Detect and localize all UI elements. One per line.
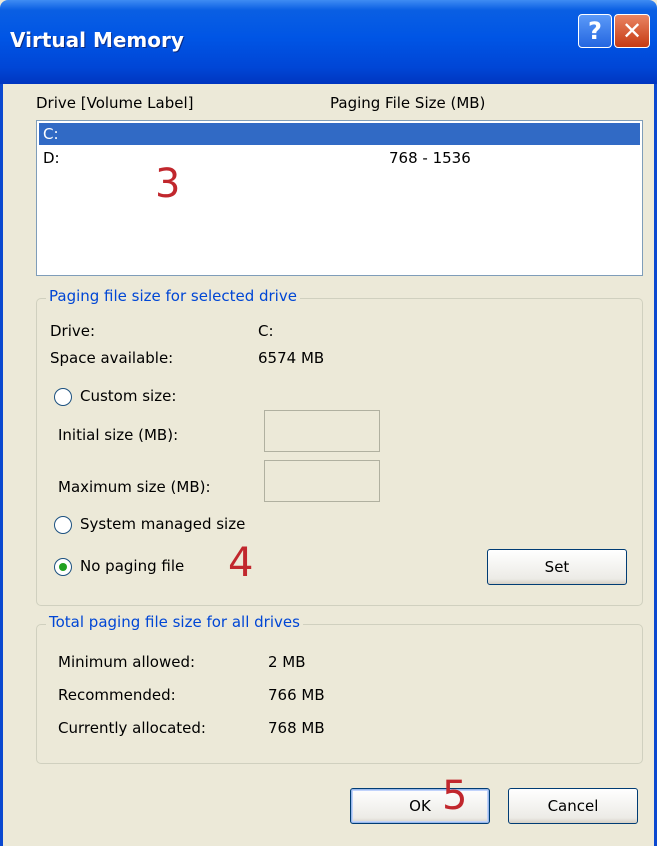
recommended-value: 766 MB [268,686,325,704]
drive-value: C: [258,322,274,340]
column-header-drive: Drive [Volume Label] [36,94,194,112]
annotation-step-5: 5 [442,773,468,819]
paging-size: 768 - 1536 [389,149,471,167]
minimum-allowed-label: Minimum allowed: [58,653,196,671]
annotation-step-3: 3 [155,161,181,207]
ok-button[interactable]: OK [350,788,490,824]
column-header-size: Paging File Size (MB) [330,94,486,112]
currently-allocated-label: Currently allocated: [58,719,206,737]
cancel-button[interactable]: Cancel [508,788,638,824]
selected-drive-group-legend: Paging file size for selected drive [46,287,300,305]
no-paging-file-radio[interactable] [54,558,72,576]
custom-size-radio[interactable] [54,388,72,406]
drive-letter: C: [43,125,59,143]
space-available-label: Space available: [50,349,174,367]
set-button[interactable]: Set [487,549,627,585]
drive-list[interactable]: C: D: 768 - 1536 3 [36,120,643,276]
maximum-size-label: Maximum size (MB): [58,478,211,496]
system-managed-label[interactable]: System managed size [80,515,245,533]
initial-size-input[interactable] [264,410,380,452]
annotation-step-4: 4 [228,540,254,586]
recommended-label: Recommended: [58,686,176,704]
minimum-allowed-value: 2 MB [268,653,306,671]
list-item-drive-d[interactable]: D: 768 - 1536 [39,147,640,169]
no-paging-file-label[interactable]: No paging file [80,557,184,575]
radio-selected-dot [59,563,67,571]
help-button[interactable]: ? [578,14,612,48]
space-available-value: 6574 MB [258,349,325,367]
totals-group-legend: Total paging file size for all drives [46,613,303,631]
initial-size-label: Initial size (MB): [58,426,179,444]
list-item-drive-c[interactable]: C: [39,123,640,145]
custom-size-label[interactable]: Custom size: [80,387,176,405]
currently-allocated-value: 768 MB [268,719,325,737]
window-title: Virtual Memory [10,28,184,52]
maximum-size-input[interactable] [264,460,380,502]
system-managed-radio[interactable] [54,516,72,534]
drive-letter: D: [43,149,60,167]
drive-label: Drive: [50,322,96,340]
title-bar: Virtual Memory ? ✕ [0,0,657,84]
close-button[interactable]: ✕ [614,14,650,48]
